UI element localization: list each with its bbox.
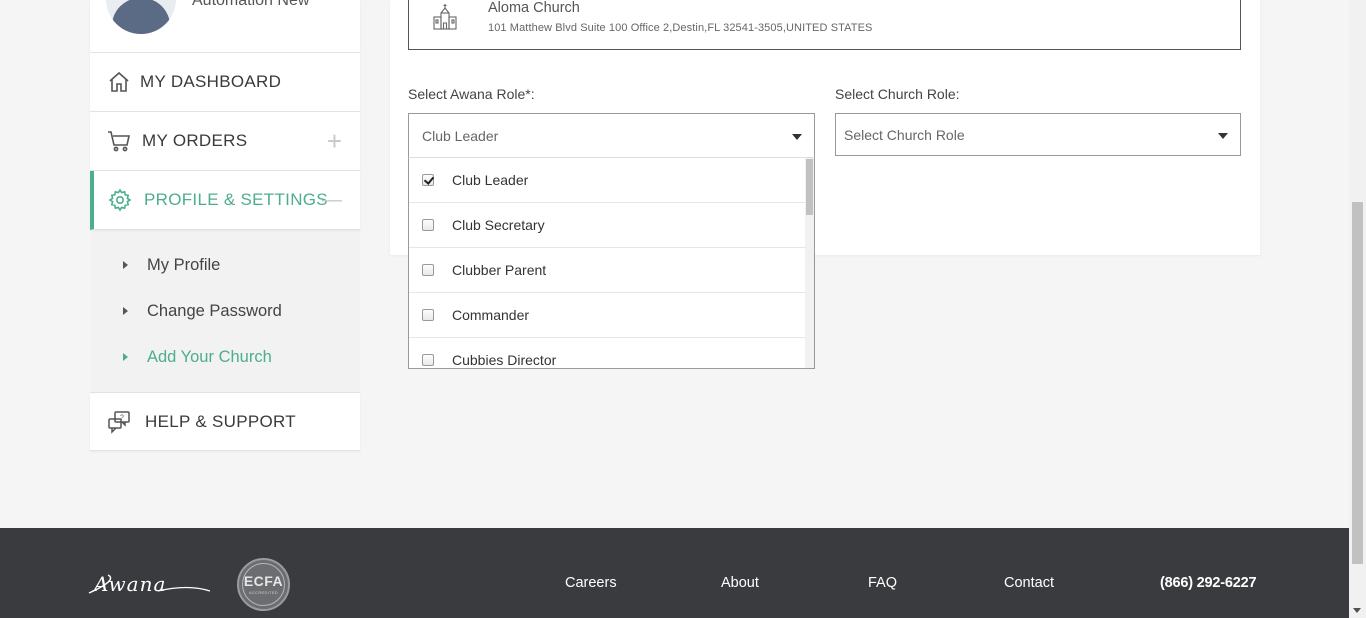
nav-label: HELP & SUPPORT <box>145 411 296 431</box>
checkbox[interactable] <box>422 309 434 321</box>
footer-link-faq[interactable]: FAQ <box>868 575 897 591</box>
role-option-clubber-parent[interactable]: Clubber Parent <box>409 248 807 293</box>
awana-role-label: Select Awana Role*: <box>408 86 535 102</box>
expand-icon[interactable]: + <box>327 128 342 154</box>
user-name: Automation New <box>192 0 310 9</box>
church-role-label: Select Church Role: <box>835 86 960 102</box>
footer-link-careers[interactable]: Careers <box>565 575 617 591</box>
footer: Awana ECFA ACCREDITED Careers About FAQ … <box>0 528 1349 618</box>
caret-right-icon <box>123 353 128 361</box>
submenu-add-your-church[interactable]: Add Your Church <box>90 334 360 380</box>
help-chat-icon: ? <box>108 410 130 434</box>
option-label: Club Secretary <box>452 217 545 233</box>
submenu-label: Add Your Church <box>147 347 272 366</box>
option-label: Clubber Parent <box>452 262 547 278</box>
svg-text:Awana: Awana <box>92 572 166 594</box>
nav-label: MY ORDERS <box>142 131 248 150</box>
svg-text:?: ? <box>120 414 124 421</box>
church-role-value: Select Church Role <box>844 126 965 143</box>
checkbox[interactable] <box>422 264 434 276</box>
checkbox[interactable] <box>422 354 434 366</box>
nav-help-support[interactable]: ? HELP & SUPPORT <box>90 393 360 451</box>
church-name: Aloma Church <box>488 0 580 16</box>
avatar <box>106 0 176 34</box>
awana-role-value: Club Leader <box>422 127 499 144</box>
scroll-down-arrow-icon[interactable] <box>1353 608 1361 613</box>
page-scrollbar[interactable] <box>1349 0 1366 618</box>
checkbox[interactable] <box>422 174 434 186</box>
ecfa-subtext: ACCREDITED <box>248 590 278 595</box>
church-icon <box>433 4 457 30</box>
nav-profile-settings[interactable]: PROFILE & SETTINGS — <box>90 171 360 230</box>
option-label: Club Leader <box>452 172 529 188</box>
option-label: Cubbies Director <box>452 352 557 368</box>
role-option-club-secretary[interactable]: Club Secretary <box>409 203 807 248</box>
ecfa-badge[interactable]: ECFA ACCREDITED <box>237 558 290 611</box>
dropdown-scrollbar[interactable] <box>805 158 814 368</box>
awana-logo[interactable]: Awana <box>88 572 212 594</box>
scrollbar-thumb[interactable] <box>1352 202 1363 564</box>
scrollbar-thumb[interactable] <box>806 159 813 215</box>
footer-link-about[interactable]: About <box>721 575 759 591</box>
awana-role-dropdown[interactable]: Club Leader Club Secretary Clubber Paren… <box>408 157 815 369</box>
church-address: 101 Matthew Blvd Suite 100 Office 2,Dest… <box>488 22 873 34</box>
nav-label: MY DASHBOARD <box>140 72 282 91</box>
church-role-select[interactable]: Select Church Role <box>835 113 1241 156</box>
role-option-club-leader[interactable]: Club Leader <box>409 158 807 203</box>
role-option-cubbies-director[interactable]: Cubbies Director <box>409 338 807 368</box>
profile-submenu: My Profile Change Password Add Your Chur… <box>90 230 360 393</box>
role-option-commander[interactable]: Commander <box>409 293 807 338</box>
collapse-icon[interactable]: — <box>322 190 342 210</box>
sidebar: Automation New MY DASHBOARD MY ORDERS + … <box>90 0 360 451</box>
profile-header: Automation New <box>90 0 360 53</box>
awana-role-select[interactable]: Club Leader <box>408 113 815 158</box>
submenu-label: Change Password <box>147 301 282 320</box>
nav-my-dashboard[interactable]: MY DASHBOARD <box>90 53 360 112</box>
nav-my-orders[interactable]: MY ORDERS + <box>90 112 360 171</box>
nav-label: PROFILE & SETTINGS <box>144 190 328 209</box>
checkbox[interactable] <box>422 219 434 231</box>
submenu-my-profile[interactable]: My Profile <box>90 242 360 288</box>
church-result[interactable]: Aloma Church 101 Matthew Blvd Suite 100 … <box>408 0 1241 50</box>
chevron-down-icon <box>792 133 802 140</box>
gear-icon <box>108 188 132 212</box>
cart-icon <box>108 131 130 152</box>
option-label: Commander <box>452 307 530 323</box>
submenu-change-password[interactable]: Change Password <box>90 288 360 334</box>
submenu-label: My Profile <box>147 255 221 274</box>
caret-right-icon <box>123 307 128 315</box>
home-icon <box>109 71 129 92</box>
footer-phone[interactable]: (866) 292-6227 <box>1160 575 1257 591</box>
chevron-down-icon <box>1218 132 1228 139</box>
footer-link-contact[interactable]: Contact <box>1004 575 1054 591</box>
ecfa-text: ECFA <box>243 573 284 589</box>
caret-right-icon <box>123 261 128 269</box>
